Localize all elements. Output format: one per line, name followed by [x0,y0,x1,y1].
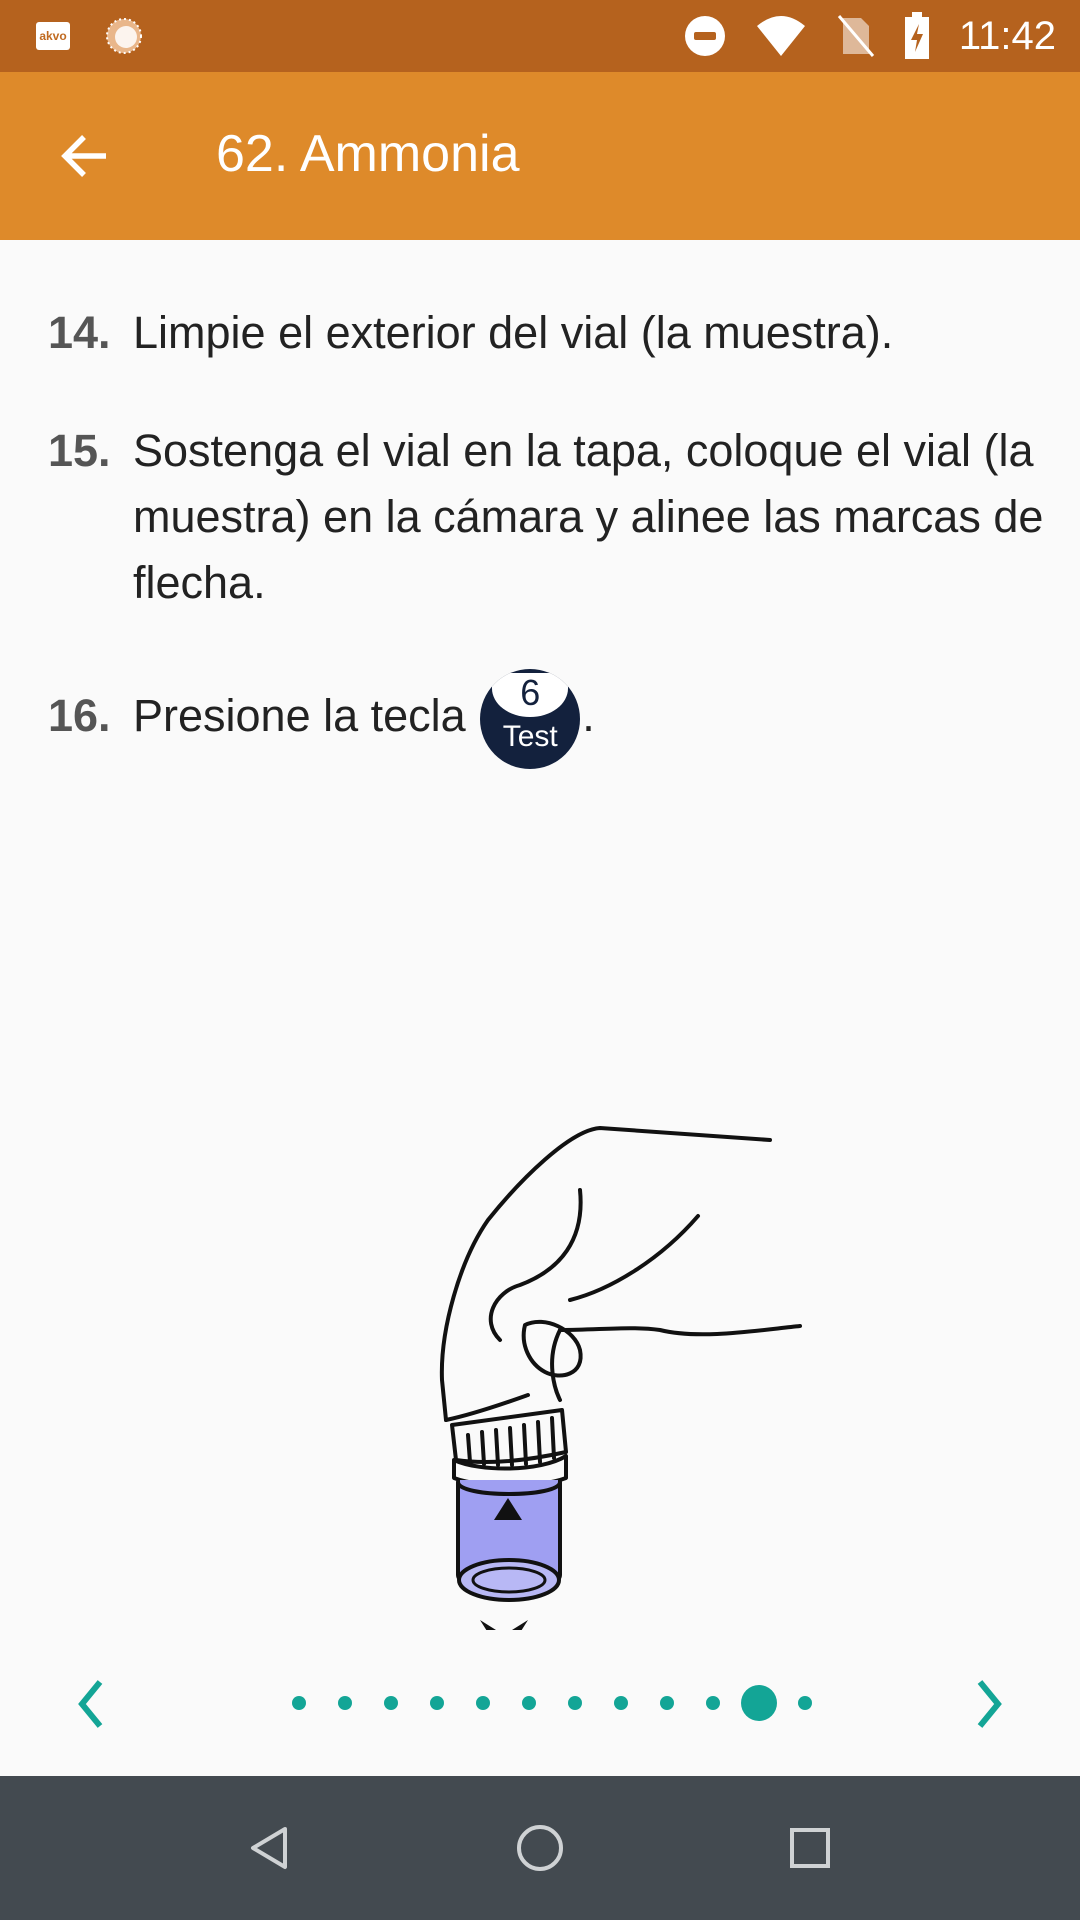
key-label: Test [502,720,558,754]
status-time: 11:42 [958,13,1056,58]
nav-home-button[interactable] [504,1812,576,1884]
page-dot[interactable] [660,1696,674,1710]
step-text: Limpie el exterior del vial (la muestra)… [133,307,894,358]
page-dot[interactable] [706,1696,720,1710]
page-dot[interactable] [568,1696,582,1710]
sun-icon [106,18,142,54]
home-circle-icon [517,1825,563,1871]
step-number: 16. [48,690,111,741]
recents-square-icon [790,1828,830,1868]
back-triangle-icon [251,1827,287,1869]
step-text-before: Presione la tecla [133,690,466,741]
page-dot[interactable] [614,1696,628,1710]
system-navigation-bar [0,1776,1080,1920]
wifi-icon [756,16,805,56]
page-dot[interactable] [338,1696,352,1710]
step-number: 15. [48,425,111,476]
app-bar: 62. Ammonia [0,72,1080,240]
akvo-app-icon: akvo [36,22,70,50]
page-dot[interactable] [798,1696,812,1710]
page-dot[interactable] [292,1696,306,1710]
chevron-left-icon [78,1680,103,1728]
page-dot[interactable] [430,1696,444,1710]
nav-back-button[interactable] [234,1812,306,1884]
battery-charging-icon [904,12,929,59]
chevron-right-icon [977,1680,1002,1728]
page-dot[interactable] [522,1696,536,1710]
no-sim-icon [837,15,875,57]
pager [0,1630,1080,1776]
next-page-button[interactable] [950,1664,1030,1744]
key-number: 6 [520,672,541,714]
back-button[interactable] [48,120,120,192]
test-key-icon: 6 Test [480,669,581,770]
nav-recents-button[interactable] [774,1812,846,1884]
step-text-after: . [582,690,595,741]
hand-inserting-vial-illustration [439,1126,802,1630]
arrow-left-icon [61,135,106,177]
step-text: Presione la tecla 6 Test. [133,666,1063,770]
instructions-content: 14. Limpie el exterior del vial (la mues… [0,240,1080,1630]
page-dot[interactable] [476,1696,490,1710]
step-number: 14. [48,307,111,358]
previous-page-button[interactable] [50,1664,130,1744]
page-title: 62. Ammonia [216,125,520,183]
page-dot[interactable] [384,1696,398,1710]
status-bar: akvo 11:42 [0,0,1080,72]
step-text: Sostenga el vial en la tapa, coloque el … [133,425,1044,608]
do-not-disturb-icon [684,16,725,56]
page-dot-active[interactable] [741,1685,777,1721]
page-indicator [280,1630,840,1776]
